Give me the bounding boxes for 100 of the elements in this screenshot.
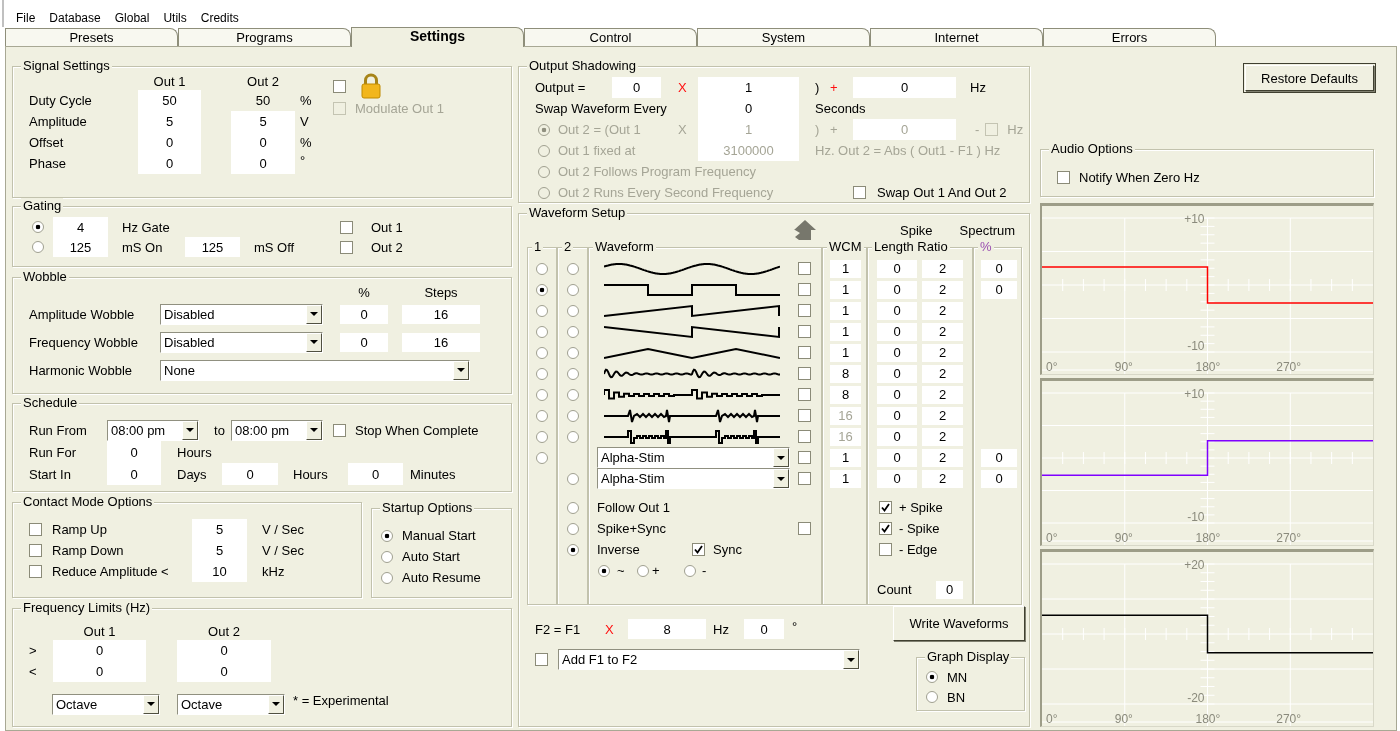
radio-button[interactable] (381, 529, 393, 542)
value-field[interactable]: 4 (53, 217, 108, 237)
value-field[interactable]: 0 (853, 77, 956, 98)
value-field[interactable]: 2 (922, 343, 963, 362)
value-field[interactable]: 0 (877, 448, 917, 467)
tab[interactable]: Errors (1043, 28, 1216, 46)
radio-button[interactable] (567, 430, 579, 443)
radio-button[interactable] (684, 564, 696, 577)
dropdown[interactable]: Add F1 to F2 (558, 649, 860, 670)
checkbox[interactable] (333, 423, 346, 437)
checkbox[interactable] (29, 565, 42, 578)
checkbox[interactable] (798, 472, 811, 485)
radio-button[interactable] (536, 409, 548, 422)
dropdown[interactable]: Octave (52, 693, 160, 715)
value-field[interactable]: 0 (877, 343, 917, 362)
value-field[interactable]: 0 (877, 385, 917, 404)
radio-button[interactable] (567, 472, 579, 485)
checkbox[interactable] (798, 283, 811, 296)
menu-item[interactable]: Global (114, 11, 150, 25)
tab[interactable]: Programs (178, 28, 351, 46)
dropdown[interactable]: Disabled (160, 331, 323, 353)
checkbox[interactable] (333, 79, 346, 93)
radio-button[interactable] (536, 283, 548, 296)
value-field[interactable]: 0 (138, 153, 201, 174)
radio-button[interactable] (536, 430, 548, 443)
value-field[interactable]: 0 (877, 406, 917, 425)
value-field[interactable]: 2 (922, 301, 963, 320)
tab[interactable]: Settings (351, 27, 524, 47)
checkbox[interactable] (798, 522, 811, 535)
value-field[interactable]: 16 (402, 304, 480, 324)
checkbox[interactable] (879, 501, 892, 514)
value-field[interactable]: 2 (922, 259, 963, 278)
value-field[interactable]: 0 (612, 77, 661, 98)
tab[interactable]: Presets (5, 28, 178, 46)
value-field[interactable]: 2 (922, 448, 963, 467)
radio-button[interactable] (637, 564, 649, 577)
checkbox[interactable] (798, 388, 811, 401)
radio-button[interactable] (567, 367, 579, 380)
checkbox[interactable] (340, 240, 353, 254)
radio-button[interactable] (536, 451, 548, 464)
value-field[interactable]: 0 (138, 132, 201, 153)
radio-button[interactable] (381, 550, 393, 563)
menu-item[interactable]: File (16, 11, 36, 25)
value-field[interactable]: 125 (185, 237, 240, 257)
value-field[interactable]: 5 (192, 519, 247, 540)
value-field[interactable]: 2 (922, 322, 963, 341)
value-field[interactable]: 0 (107, 463, 161, 485)
radio-button[interactable] (567, 388, 579, 401)
value-field[interactable]: 0 (877, 301, 917, 320)
radio-button[interactable] (536, 262, 548, 275)
time-dropdown[interactable]: 08:00 pm (107, 419, 199, 441)
value-field[interactable]: 0 (231, 153, 295, 174)
value-field[interactable]: 0 (340, 332, 388, 352)
checkbox[interactable] (29, 523, 42, 536)
value-field[interactable]: 1 (830, 322, 861, 341)
radio-button[interactable] (926, 691, 938, 703)
tab[interactable]: Control (524, 28, 697, 46)
value-field[interactable]: 0 (877, 469, 917, 488)
checkbox[interactable] (798, 409, 811, 422)
radio-button[interactable] (536, 367, 548, 380)
dropdown[interactable]: None (160, 359, 470, 381)
dropdown-button[interactable] (306, 420, 322, 440)
dropdown-button[interactable] (268, 694, 284, 714)
value-field[interactable]: 125 (53, 237, 108, 257)
checkbox[interactable] (853, 186, 866, 199)
radio-button[interactable] (536, 325, 548, 338)
write-waveforms-button[interactable]: Write Waveforms (893, 606, 1025, 641)
value-field[interactable]: 5 (138, 111, 201, 132)
value-field[interactable]: 2 (922, 364, 963, 383)
checkbox[interactable] (798, 367, 811, 380)
restore-defaults-button[interactable]: Restore Defaults (1245, 65, 1374, 91)
value-field[interactable]: 0 (177, 661, 271, 682)
checkbox[interactable] (340, 220, 353, 234)
value-field[interactable]: 1 (830, 259, 861, 278)
value-field[interactable]: 0 (231, 132, 295, 153)
tab[interactable]: Internet (870, 28, 1043, 46)
value-field[interactable]: 2 (922, 385, 963, 404)
value-field[interactable]: 0 (877, 322, 917, 341)
dropdown-button[interactable] (306, 304, 322, 324)
value-field[interactable]: 1 (830, 448, 861, 467)
radio-button[interactable] (32, 241, 44, 253)
checkbox[interactable] (879, 522, 892, 535)
radio-button[interactable] (536, 346, 548, 359)
value-field[interactable]: 50 (231, 90, 295, 111)
checkbox[interactable] (879, 543, 892, 556)
radio-button[interactable] (32, 221, 44, 233)
value-field[interactable]: 8 (628, 619, 706, 639)
radio-button[interactable] (567, 304, 579, 317)
checkbox[interactable] (798, 451, 811, 464)
value-field[interactable]: 0 (877, 364, 917, 383)
value-field[interactable]: 0 (936, 580, 963, 599)
value-field[interactable]: 10 (192, 561, 247, 582)
value-field[interactable]: 0 (222, 463, 278, 485)
value-field[interactable]: 0 (340, 304, 388, 324)
radio-button[interactable] (567, 325, 579, 338)
waveform-dropdown[interactable]: Alpha-Stim (597, 447, 790, 468)
value-field[interactable]: 0 (981, 469, 1017, 488)
value-field[interactable]: 5 (192, 540, 247, 561)
dropdown-button[interactable] (843, 650, 859, 669)
radio-button[interactable] (567, 543, 579, 556)
